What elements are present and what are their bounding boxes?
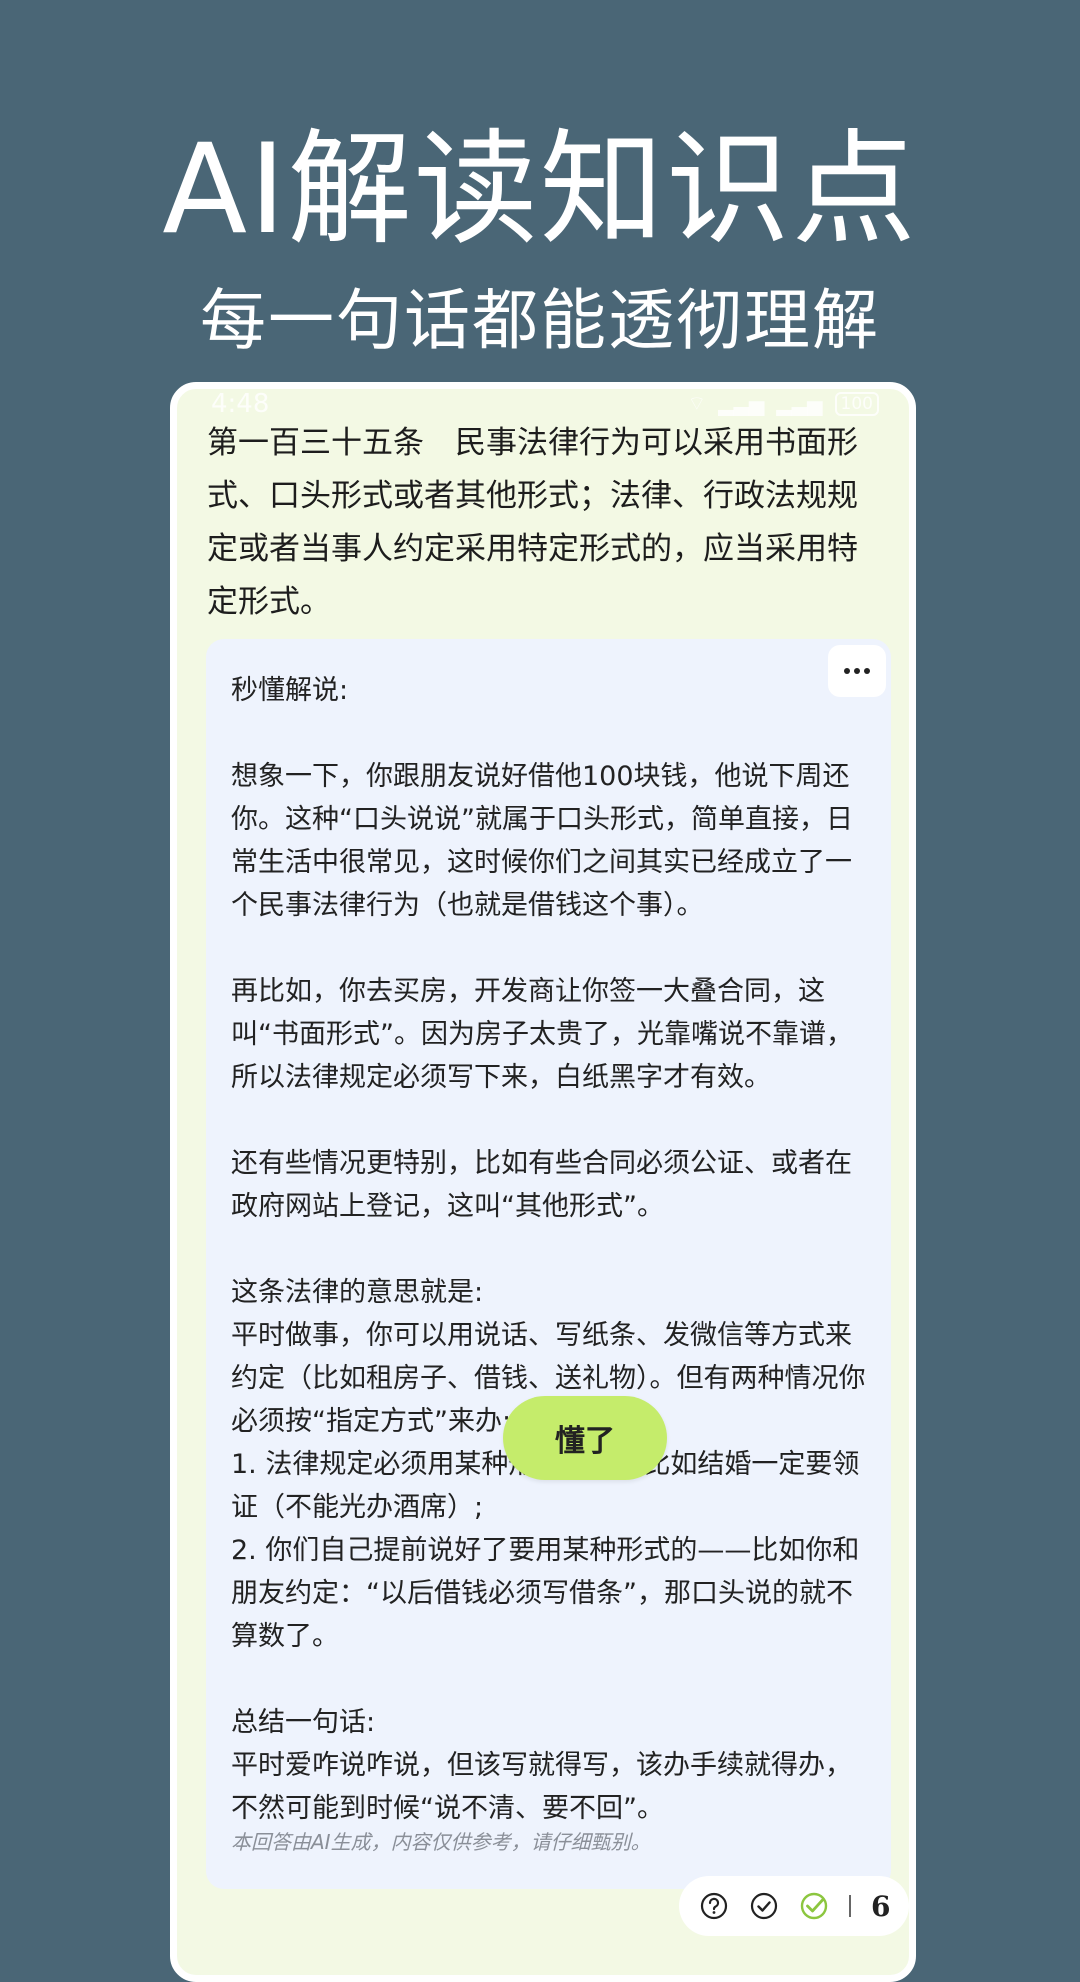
law-article-text: 第一百三十五条 民事法律行为可以采用书面形式、口头形式或者其他形式；法律、行政法…	[207, 425, 858, 620]
hero-title: AI解读知识点	[162, 118, 918, 262]
phone-screen: 4:48 ⌔ ▂▃▅ ▂▃▅ 100 第一百三十五条 民事法律行为可以采用书面形…	[170, 382, 916, 1982]
battery-icon: 100	[834, 391, 879, 416]
check-circle-icon[interactable]	[749, 1891, 779, 1921]
status-bar: 4:48 ⌔ ▂▃▅ ▂▃▅ 100	[177, 389, 909, 419]
page-count: 6	[871, 1889, 891, 1923]
toolbar-divider	[849, 1895, 851, 1917]
mastered-check-icon[interactable]	[799, 1891, 829, 1921]
wifi-icon: ⌔	[687, 391, 707, 415]
ai-disclaimer: 本回答由AI生成，内容仅供参考，请仔细甄别。	[231, 1830, 651, 1854]
help-icon[interactable]	[699, 1891, 729, 1921]
status-icons: ⌔ ▂▃▅ ▂▃▅ 100	[687, 391, 879, 416]
signal-icon-2: ▂▃▅	[776, 391, 823, 416]
hero-subtitle: 每一句话都能透彻理解	[200, 282, 880, 359]
status-time: 4:48	[211, 389, 270, 419]
ai-explanation-card: 秒懂解说: 想象一下，你跟朋友说好借他100块钱，他说下周还你。这种“口头说说”…	[206, 639, 891, 1889]
explanation-text: 秒懂解说: 想象一下，你跟朋友说好借他100块钱，他说下周还你。这种“口头说说”…	[231, 675, 866, 1824]
signal-icon: ▂▃▅	[718, 391, 765, 416]
got-it-button[interactable]: 懂了	[503, 1396, 667, 1480]
bottom-toolbar: 6	[679, 1876, 909, 1936]
